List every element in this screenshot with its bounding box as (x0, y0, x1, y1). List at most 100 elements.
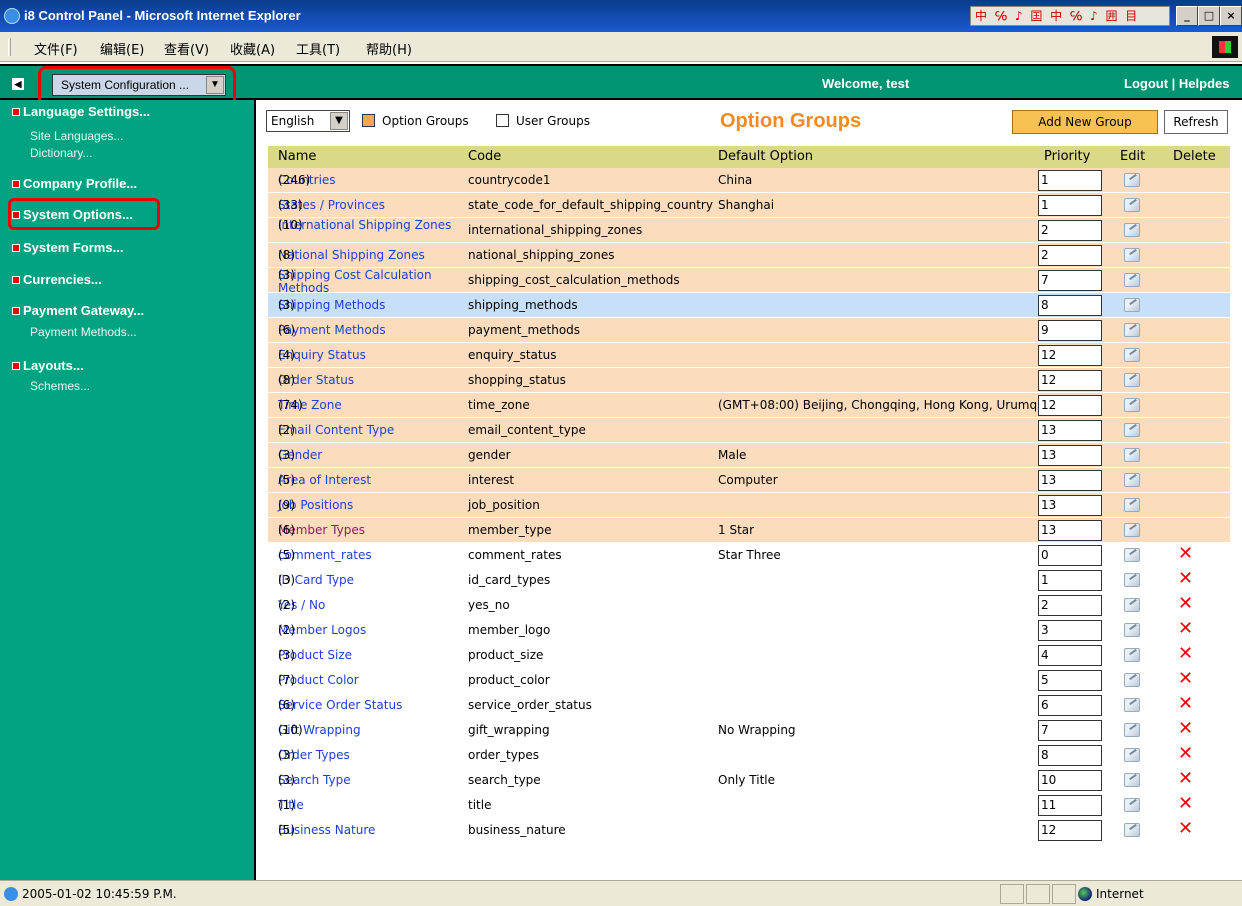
priority-input[interactable]: 2 (1038, 595, 1102, 616)
sidebar-item-language-settings[interactable]: Language Settings... (12, 104, 150, 119)
table-row[interactable]: Shipping Methods (3) shipping_methods 8 (268, 293, 1230, 318)
priority-input[interactable]: 13 (1038, 495, 1102, 516)
table-row[interactable]: Service Order Status (6) service_order_st… (268, 693, 1230, 718)
table-row[interactable]: Order Types (3) order_types 8 ✕ (268, 743, 1230, 768)
edit-button[interactable] (1124, 723, 1140, 737)
priority-input[interactable]: 13 (1038, 470, 1102, 491)
edit-button[interactable] (1124, 573, 1140, 587)
maximize-button[interactable]: □ (1198, 6, 1220, 26)
table-row[interactable]: Shipping Cost Calculation Methods (3) shi… (268, 268, 1230, 295)
sidebar-subitem-dictionary[interactable]: Dictionary... (30, 146, 92, 160)
menu-file[interactable]: 文件(F) (34, 39, 78, 58)
menu-edit[interactable]: 编辑(E) (100, 39, 144, 58)
add-new-group-button[interactable]: Add New Group (1012, 110, 1158, 134)
delete-icon[interactable]: ✕ (1178, 619, 1193, 639)
collapse-arrow-icon[interactable]: ◀ (12, 78, 24, 90)
priority-input[interactable]: 1 (1038, 170, 1102, 191)
priority-input[interactable]: 1 (1038, 195, 1102, 216)
option-group-name[interactable]: International Shipping Zones (278, 219, 451, 232)
option-group-name[interactable]: Service Order Status (278, 698, 402, 712)
table-row[interactable]: Search Type (3) search_type Only Title 10 ✕ (268, 768, 1230, 793)
delete-icon[interactable]: ✕ (1178, 644, 1193, 664)
delete-icon[interactable]: ✕ (1178, 819, 1193, 839)
table-row[interactable]: National Shipping Zones (8) national_ship… (268, 243, 1230, 268)
edit-button[interactable] (1124, 248, 1140, 262)
edit-button[interactable] (1124, 673, 1140, 687)
edit-button[interactable] (1124, 323, 1140, 337)
table-row[interactable]: International Shipping Zones (10) interna… (268, 218, 1230, 243)
column-header-default[interactable]: Default Option (718, 149, 813, 164)
edit-button[interactable] (1124, 648, 1140, 662)
priority-input[interactable]: 7 (1038, 270, 1102, 291)
menu-tools[interactable]: 工具(T) (296, 39, 340, 58)
priority-input[interactable]: 5 (1038, 670, 1102, 691)
edit-button[interactable] (1124, 398, 1140, 412)
column-header-code[interactable]: Code (468, 149, 501, 164)
delete-icon[interactable]: ✕ (1178, 569, 1193, 589)
table-row[interactable]: Time Zone (74) time_zone (GMT+08:00) Beiji… (268, 393, 1230, 418)
edit-button[interactable] (1124, 423, 1140, 437)
table-row[interactable]: Member Logos (2) member_logo 3 ✕ (268, 618, 1230, 643)
menu-view[interactable]: 查看(V) (164, 39, 209, 58)
menu-favorites[interactable]: 收藏(A) (230, 39, 275, 58)
edit-button[interactable] (1124, 348, 1140, 362)
edit-button[interactable] (1124, 773, 1140, 787)
priority-input[interactable]: 9 (1038, 320, 1102, 341)
edit-button[interactable] (1124, 223, 1140, 237)
option-groups-checkbox[interactable] (362, 114, 375, 127)
edit-button[interactable] (1124, 473, 1140, 487)
table-row[interactable]: Job Positions (9) job_position 13 (268, 493, 1230, 518)
table-row[interactable]: Member Types (6) member_type 1 Star 13 (268, 518, 1230, 543)
priority-input[interactable]: 2 (1038, 220, 1102, 241)
edit-button[interactable] (1124, 198, 1140, 212)
table-row[interactable]: Email Content Type (2) email_content_type… (268, 418, 1230, 443)
table-row[interactable]: Title (1) title 11 ✕ (268, 793, 1230, 818)
edit-button[interactable] (1124, 373, 1140, 387)
sidebar-item-currencies[interactable]: Currencies... (12, 272, 102, 287)
priority-input[interactable]: 13 (1038, 420, 1102, 441)
table-row[interactable]: Payment Methods (6) payment_methods 9 (268, 318, 1230, 343)
edit-button[interactable] (1124, 548, 1140, 562)
delete-icon[interactable]: ✕ (1178, 669, 1193, 689)
delete-icon[interactable]: ✕ (1178, 744, 1193, 764)
sidebar-item-layouts[interactable]: Layouts... (12, 358, 84, 373)
edit-button[interactable] (1124, 623, 1140, 637)
column-header-name[interactable]: Name (278, 149, 316, 164)
delete-icon[interactable]: ✕ (1178, 794, 1193, 814)
column-header-priority[interactable]: Priority (1044, 149, 1090, 164)
edit-button[interactable] (1124, 823, 1140, 837)
table-row[interactable]: ID Card Type (3) id_card_types 1 ✕ (268, 568, 1230, 593)
menu-help[interactable]: 帮助(H) (366, 39, 412, 58)
priority-input[interactable]: 13 (1038, 445, 1102, 466)
sidebar-subitem-site-languages[interactable]: Site Languages... (30, 129, 123, 143)
priority-input[interactable]: 0 (1038, 545, 1102, 566)
edit-button[interactable] (1124, 498, 1140, 512)
priority-input[interactable]: 2 (1038, 245, 1102, 266)
priority-input[interactable]: 8 (1038, 295, 1102, 316)
minimize-button[interactable]: _ (1176, 6, 1198, 26)
table-row[interactable]: comment_rates (5) comment_rates Star Three… (268, 543, 1230, 568)
option-group-name[interactable]: National Shipping Zones (278, 248, 425, 262)
sidebar-subitem-payment-methods[interactable]: Payment Methods... (30, 325, 137, 339)
priority-input[interactable]: 12 (1038, 345, 1102, 366)
delete-icon[interactable]: ✕ (1178, 719, 1193, 739)
edit-button[interactable] (1124, 698, 1140, 712)
table-row[interactable]: Gift Wrapping (10) gift_wrapping No Wrappi… (268, 718, 1230, 743)
priority-input[interactable]: 4 (1038, 645, 1102, 666)
priority-input[interactable]: 11 (1038, 795, 1102, 816)
table-row[interactable]: Area of Interest (5) interest Computer 13 (268, 468, 1230, 493)
table-row[interactable]: Gender (3) gender Male 13 (268, 443, 1230, 468)
sidebar-subitem-schemes[interactable]: Schemes... (30, 379, 90, 393)
edit-button[interactable] (1124, 748, 1140, 762)
refresh-button[interactable]: Refresh (1164, 110, 1228, 134)
user-groups-checkbox[interactable] (496, 114, 509, 127)
edit-button[interactable] (1124, 273, 1140, 287)
priority-input[interactable]: 3 (1038, 620, 1102, 641)
priority-input[interactable]: 13 (1038, 520, 1102, 541)
edit-button[interactable] (1124, 173, 1140, 187)
priority-input[interactable]: 6 (1038, 695, 1102, 716)
table-row[interactable]: Order Status (8) shopping_status 12 (268, 368, 1230, 393)
close-button[interactable]: × (1220, 6, 1242, 26)
delete-icon[interactable]: ✕ (1178, 594, 1193, 614)
priority-input[interactable]: 12 (1038, 395, 1102, 416)
